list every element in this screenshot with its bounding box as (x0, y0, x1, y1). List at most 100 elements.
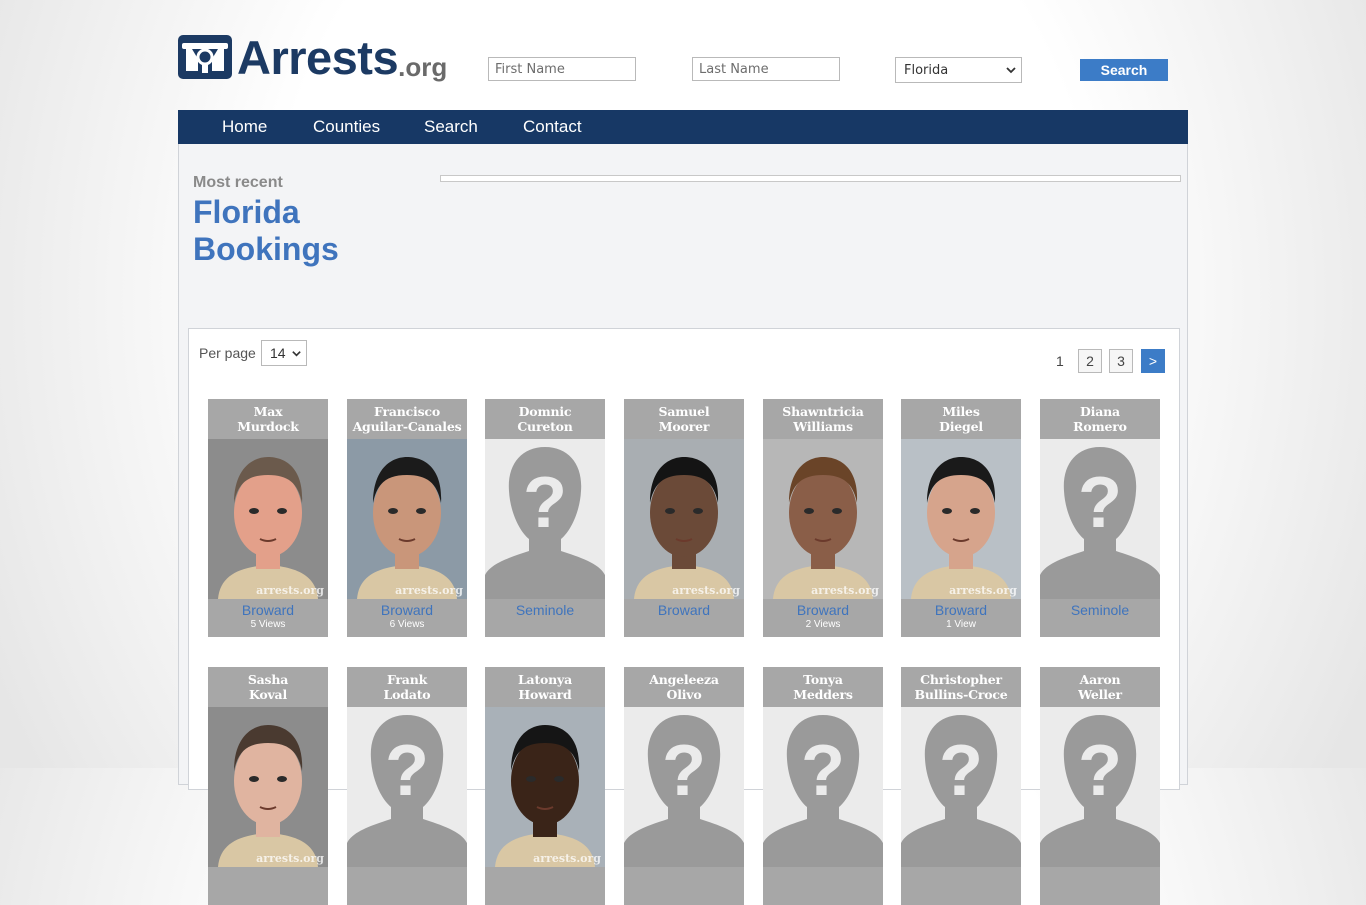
mugshot-photo (624, 439, 744, 599)
state-select[interactable]: Florida (895, 57, 1022, 83)
svg-text:?: ? (523, 463, 567, 543)
per-page-value: 14 (270, 345, 286, 361)
page-2-link[interactable]: 2 (1078, 349, 1102, 373)
watermark: arrests.org (811, 584, 879, 597)
svg-text:?: ? (385, 731, 429, 811)
booking-name[interactable]: Shawntricia Williams (763, 399, 883, 439)
nav-contact[interactable]: Contact (523, 117, 582, 137)
booking-name[interactable]: Sasha Koval (208, 667, 328, 707)
first-name: Max (253, 404, 283, 419)
booking-card[interactable]: Sasha Koval arrests.org (208, 667, 328, 905)
site-logo[interactable]: Arrests .org (178, 34, 447, 82)
booking-card[interactable]: Latonya Howard arrests.org (485, 667, 605, 905)
booking-photo[interactable]: arrests.org (624, 439, 744, 599)
heading-kicker: Most recent (193, 174, 283, 191)
handcuffs-logo-icon (178, 35, 232, 79)
first-name: Miles (942, 404, 980, 419)
booking-card[interactable]: Miles Diegel arrests.org Broward 1 View (901, 399, 1021, 637)
booking-photo[interactable]: arrests.org (901, 439, 1021, 599)
nav-home[interactable]: Home (222, 117, 267, 137)
booking-photo[interactable]: arrests.org (763, 439, 883, 599)
booking-card[interactable]: Max Murdock arrests.org Broward 5 Views (208, 399, 328, 637)
per-page-select[interactable]: 14 (261, 340, 307, 366)
booking-card[interactable]: Aaron Weller? (1040, 667, 1160, 905)
last-name: Lodato (383, 687, 431, 702)
first-name: Frank (386, 672, 428, 687)
booking-card[interactable]: Francisco Aguilar-Canales arrests.org Browa… (347, 399, 467, 637)
booking-photo[interactable]: ? (485, 439, 605, 599)
booking-name[interactable]: Tonya Medders (763, 667, 883, 707)
mugshot-photo (347, 439, 467, 599)
last-name: Howard (518, 687, 572, 702)
booking-card[interactable]: Angeleeza Olivo? (624, 667, 744, 905)
booking-photo[interactable]: ? (1040, 707, 1160, 867)
booking-card[interactable]: Diana Romero? Seminole (1040, 399, 1160, 637)
booking-name[interactable]: Samuel Moorer (624, 399, 744, 439)
search-button[interactable]: Search (1080, 59, 1168, 81)
last-name: Olivo (666, 687, 702, 702)
booking-name[interactable]: Diana Romero (1040, 399, 1160, 439)
booking-name[interactable]: Christopher Bullins-Croce (901, 667, 1021, 707)
watermark: arrests.org (533, 852, 601, 865)
booking-photo[interactable]: arrests.org (208, 707, 328, 867)
booking-name[interactable]: Aaron Weller (1040, 667, 1160, 707)
booking-name[interactable]: Angeleeza Olivo (624, 667, 744, 707)
state-select-value: Florida (904, 62, 949, 78)
county-link[interactable]: Broward (208, 602, 328, 618)
booking-card[interactable]: Shawntricia Williams arrests.org Broward 2 V… (763, 399, 883, 637)
mugshot-photo (208, 439, 328, 599)
booking-card[interactable]: Tonya Medders? (763, 667, 883, 905)
last-name: Weller (1078, 687, 1122, 702)
page-current: 1 (1056, 353, 1064, 369)
first-name-input[interactable] (488, 57, 636, 81)
county-link[interactable]: Broward (347, 602, 467, 618)
booking-name[interactable]: Miles Diegel (901, 399, 1021, 439)
booking-name[interactable]: Domnic Cureton (485, 399, 605, 439)
county-link[interactable]: Broward (763, 602, 883, 618)
logo-word: Arrests (237, 31, 399, 84)
silhouette-placeholder-icon: ? (624, 707, 744, 867)
booking-photo[interactable]: arrests.org (485, 707, 605, 867)
bookings-panel: Per page 14 1 2 3 > Max Murdock arrests.or… (188, 328, 1180, 905)
logo-tld: .org (398, 52, 448, 82)
nav-search[interactable]: Search (424, 117, 478, 137)
booking-photo[interactable]: ? (347, 707, 467, 867)
booking-card[interactable]: Christopher Bullins-Croce? (901, 667, 1021, 905)
booking-photo[interactable]: ? (624, 707, 744, 867)
booking-name[interactable]: Francisco Aguilar-Canales (347, 399, 467, 439)
county-link[interactable]: Seminole (485, 602, 605, 618)
booking-name[interactable]: Frank Lodato (347, 667, 467, 707)
county-link[interactable]: Seminole (1040, 602, 1160, 618)
county-link[interactable]: Broward (901, 602, 1021, 618)
last-name: Murdock (237, 419, 299, 434)
mugshot-photo (763, 439, 883, 599)
first-name: Aaron (1079, 672, 1121, 687)
booking-photo[interactable]: ? (763, 707, 883, 867)
last-name-input[interactable] (692, 57, 840, 81)
last-name: Romero (1073, 419, 1127, 434)
booking-card[interactable]: Frank Lodato? (347, 667, 467, 905)
page-3-link[interactable]: 3 (1109, 349, 1133, 373)
booking-name[interactable]: Latonya Howard (485, 667, 605, 707)
first-name: Shawntricia (782, 404, 864, 419)
first-name: Francisco (374, 404, 440, 419)
next-page-button[interactable]: > (1141, 349, 1165, 373)
last-name: Moorer (658, 419, 710, 434)
booking-card[interactable]: Domnic Cureton? Seminole (485, 399, 605, 637)
booking-card[interactable]: Samuel Moorer arrests.org Broward (624, 399, 744, 637)
booking-photo[interactable]: ? (1040, 439, 1160, 599)
last-name: Medders (793, 687, 853, 702)
last-name: Williams (793, 419, 853, 434)
svg-text:?: ? (801, 731, 845, 811)
booking-photo[interactable]: ? (901, 707, 1021, 867)
main-nav: Home Counties Search Contact (178, 110, 1188, 144)
view-count: 6 Views (389, 619, 425, 630)
county-link[interactable]: Broward (624, 602, 744, 618)
nav-counties[interactable]: Counties (313, 117, 380, 137)
booking-photo[interactable]: arrests.org (208, 439, 328, 599)
booking-photo[interactable]: arrests.org (347, 439, 467, 599)
booking-name[interactable]: Max Murdock (208, 399, 328, 439)
chevron-down-icon (292, 351, 301, 357)
ad-banner (440, 175, 1181, 182)
view-count: 5 Views (250, 619, 286, 630)
